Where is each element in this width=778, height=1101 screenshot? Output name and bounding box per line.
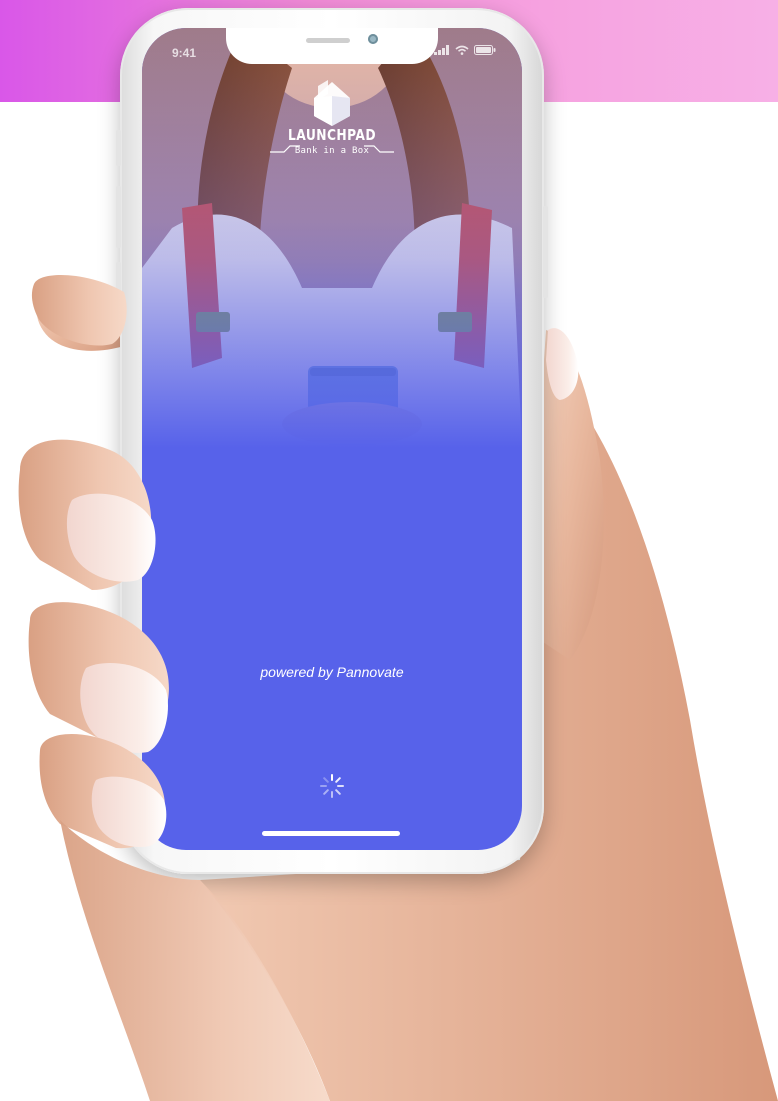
earpiece-speaker — [306, 38, 350, 43]
logo-subtitle: Bank in a Box — [294, 146, 370, 156]
cellular-signal-icon — [434, 45, 449, 55]
wifi-icon — [455, 45, 469, 55]
battery-icon — [474, 45, 496, 55]
launchpad-logo: LAUNCHPAD Bank in a Box — [264, 76, 400, 166]
marketing-mockup: 9:41 LAUNCHPAD Bank in a Box powered by … — [0, 0, 778, 1101]
phone-notch — [226, 28, 438, 64]
loading-spinner-icon — [320, 774, 344, 798]
powered-by-label: powered by Pannovate — [260, 664, 404, 680]
status-icons — [434, 45, 496, 55]
mute-switch — [116, 130, 121, 166]
cube-logo-icon — [314, 80, 350, 126]
power-button — [543, 206, 548, 298]
app-splash-screen: 9:41 LAUNCHPAD Bank in a Box powered by … — [142, 28, 522, 850]
status-time: 9:41 — [172, 46, 197, 60]
front-camera — [368, 34, 378, 44]
home-indicator[interactable] — [262, 831, 400, 836]
volume-down-button — [116, 262, 121, 324]
volume-up-button — [116, 186, 121, 248]
